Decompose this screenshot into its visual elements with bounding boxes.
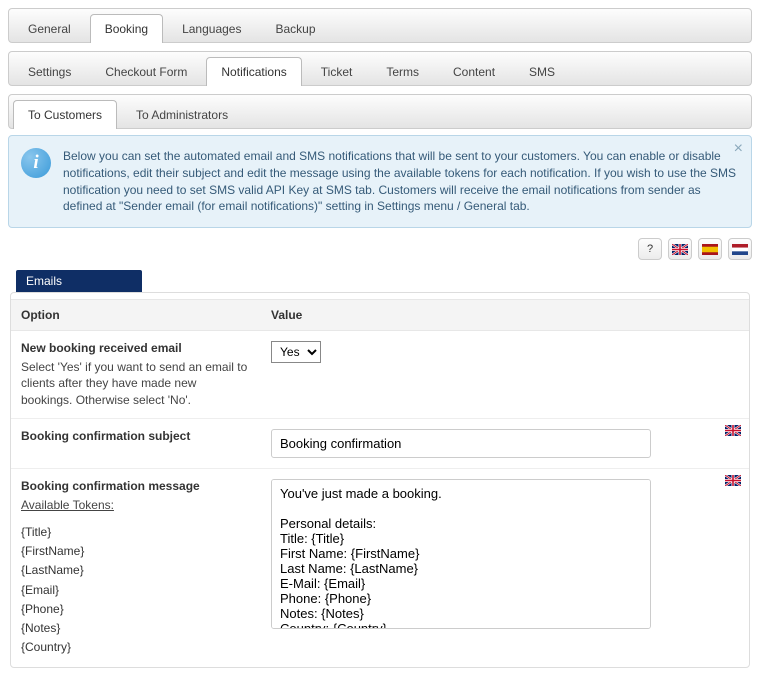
opt-title: Booking confirmation subject	[21, 429, 251, 443]
lang-toolbar: ?	[8, 238, 752, 260]
opt-subtitle: Available Tokens:	[21, 497, 251, 513]
info-box: i Below you can set the automated email …	[8, 135, 752, 228]
tab-to-administrators[interactable]: To Administrators	[121, 100, 243, 129]
tab-checkout-form[interactable]: Checkout Form	[90, 57, 202, 86]
info-text: Below you can set the automated email an…	[63, 148, 741, 215]
help-button[interactable]: ?	[638, 238, 662, 260]
tab-notifications[interactable]: Notifications	[206, 57, 301, 86]
tab-terms[interactable]: Terms	[371, 57, 434, 86]
row-confirmation-subject: Booking confirmation subject	[11, 418, 749, 468]
th-value: Value	[261, 300, 749, 331]
info-icon: i	[21, 148, 51, 178]
flag-uk-icon	[725, 425, 741, 436]
tab-languages[interactable]: Languages	[167, 14, 256, 43]
lang-nl-button[interactable]	[728, 238, 752, 260]
token-item: {LastName}	[21, 561, 251, 580]
token-item: {Title}	[21, 523, 251, 542]
token-item: {FirstName}	[21, 542, 251, 561]
opt-title: New booking received email	[21, 341, 251, 355]
flag-es-icon	[702, 244, 718, 255]
flag-nl-icon	[732, 244, 748, 255]
tab-ticket[interactable]: Ticket	[306, 57, 368, 86]
token-item: {Email}	[21, 581, 251, 600]
token-item: {Phone}	[21, 600, 251, 619]
tab-content[interactable]: Content	[438, 57, 510, 86]
token-item: {Country}	[21, 638, 251, 657]
tab-to-customers[interactable]: To Customers	[13, 100, 117, 129]
panel-emails: Option Value New booking received email …	[10, 292, 750, 668]
th-option: Option	[11, 300, 261, 331]
confirmation-subject-input[interactable]	[271, 429, 651, 458]
tabs-mid: Settings Checkout Form Notifications Tic…	[8, 51, 752, 86]
emails-table: Option Value New booking received email …	[11, 299, 749, 667]
opt-title: Booking confirmation message	[21, 479, 251, 493]
tabs-inner: To Customers To Administrators	[8, 94, 752, 129]
new-booking-email-select[interactable]: Yes	[271, 341, 321, 363]
tab-sms[interactable]: SMS	[514, 57, 570, 86]
tab-backup[interactable]: Backup	[260, 14, 330, 43]
lang-es-button[interactable]	[698, 238, 722, 260]
close-icon[interactable]: ×	[734, 140, 743, 158]
opt-desc: Select 'Yes' if you want to send an emai…	[21, 359, 251, 408]
token-item: {Notes}	[21, 619, 251, 638]
lang-en-button[interactable]	[668, 238, 692, 260]
tabs-top: General Booking Languages Backup	[8, 8, 752, 43]
confirmation-message-textarea[interactable]	[271, 479, 651, 629]
panel-title-emails: Emails	[16, 270, 142, 292]
tokens-list: {Title} {FirstName} {LastName} {Email} {…	[21, 523, 251, 657]
row-new-booking-email: New booking received email Select 'Yes' …	[11, 331, 749, 419]
tab-booking[interactable]: Booking	[90, 14, 163, 43]
tab-general[interactable]: General	[13, 14, 86, 43]
tab-settings[interactable]: Settings	[13, 57, 86, 86]
flag-uk-icon	[725, 475, 741, 486]
row-confirmation-message: Booking confirmation message Available T…	[11, 468, 749, 667]
flag-uk-icon	[672, 244, 688, 255]
